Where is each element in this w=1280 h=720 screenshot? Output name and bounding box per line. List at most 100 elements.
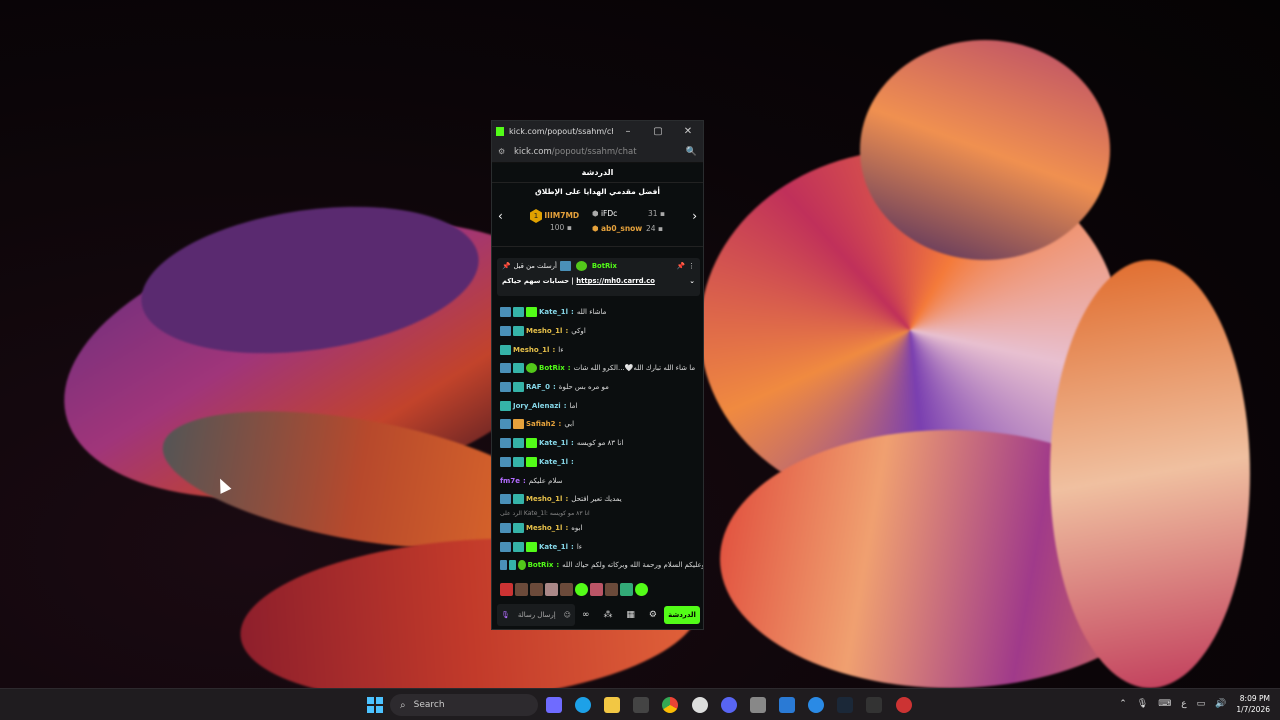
emote-icon[interactable] bbox=[515, 583, 528, 596]
app-icon[interactable] bbox=[808, 697, 824, 713]
chevron-up-icon[interactable]: ⌃ bbox=[1119, 699, 1127, 709]
store-icon[interactable]: ▦ bbox=[626, 610, 635, 620]
zoom-icon[interactable]: 🔍 bbox=[686, 147, 697, 157]
close-button[interactable]: ✕ bbox=[673, 126, 703, 137]
message-username[interactable]: Kate_1l bbox=[539, 543, 568, 551]
chat-message[interactable]: Mesho_1l: ءا bbox=[492, 340, 703, 359]
chrome-icon[interactable] bbox=[662, 697, 678, 713]
settings-icon[interactable]: ⚙ bbox=[649, 610, 657, 620]
emote-icon[interactable] bbox=[545, 583, 558, 596]
address-bar[interactable]: ⚙ kick.com/popout/ssahm/chat 🔍 bbox=[492, 141, 703, 163]
window-titlebar: kick.com/popout/ssahm/ch... – ▢ ✕ bbox=[492, 121, 703, 141]
pinned-sender[interactable]: BotRix bbox=[592, 262, 617, 270]
microphone-icon[interactable]: 🎙 bbox=[501, 611, 510, 619]
file-explorer-icon[interactable] bbox=[604, 697, 620, 713]
taskbar-search[interactable]: ⌕ Search bbox=[390, 694, 538, 716]
microphone-icon[interactable]: 🎙 bbox=[1137, 699, 1148, 709]
message-username[interactable]: Mesho_1l bbox=[526, 327, 562, 335]
chat-message[interactable]: Mesho_1l: ابوه bbox=[492, 519, 703, 538]
gifter-name[interactable]: iFDc bbox=[601, 209, 617, 218]
chat-message[interactable]: Kate_1l: انا ٨٣ مو كويسه bbox=[492, 434, 703, 453]
message-username[interactable]: RAF_0 bbox=[526, 383, 550, 391]
chat-message[interactable]: Mesho_1l: يمديك تعير افتحل bbox=[492, 490, 703, 509]
gifters-prev-arrow[interactable]: ‹ bbox=[498, 209, 503, 223]
gifter-name[interactable]: IIIM7MD bbox=[544, 211, 579, 220]
keyboard-icon[interactable]: ⌨ bbox=[1158, 699, 1171, 709]
infinity-icon[interactable]: ∞ bbox=[582, 610, 590, 620]
message-text: وعليكم السلام ورحمة الله وبركاته ولكم حي… bbox=[562, 561, 704, 570]
pinned-link[interactable]: https://mh0.carrd.co bbox=[576, 277, 655, 285]
message-username[interactable]: Kate_1l bbox=[539, 439, 568, 447]
chat-message[interactable]: BotRix: وعليكم السلام ورحمة الله وبركاته … bbox=[492, 556, 704, 575]
maximize-button[interactable]: ▢ bbox=[643, 126, 673, 137]
message-username[interactable]: Kate_1l bbox=[539, 458, 568, 466]
message-text: ما شاء الله تبارك الله🤍...الكرو الله شات bbox=[573, 364, 696, 373]
share-icon[interactable]: ⁂ bbox=[603, 610, 612, 620]
message-username[interactable]: Mesho_1l bbox=[513, 346, 549, 354]
subscriber-badge-icon bbox=[526, 456, 537, 467]
emote-icon[interactable] bbox=[530, 583, 543, 596]
app-icon[interactable] bbox=[896, 697, 912, 713]
chat-messages: Kate_1l: ماشاء الله Mesho_1l: اوكي Mesho_1l:… bbox=[492, 303, 704, 575]
language-indicator[interactable]: ع bbox=[1181, 699, 1186, 709]
message-username[interactable]: Mesho_1l bbox=[526, 495, 562, 503]
more-options-icon[interactable]: ⋮ bbox=[688, 262, 695, 270]
message-username[interactable]: Safiah2 bbox=[526, 420, 556, 428]
chat-message[interactable]: Kate_1l: ءا bbox=[492, 537, 703, 556]
message-username[interactable]: BotRix bbox=[539, 364, 565, 372]
chat-popout-window: kick.com/popout/ssahm/ch... – ▢ ✕ ⚙ kick… bbox=[491, 120, 704, 630]
message-username[interactable]: fm7e bbox=[500, 477, 520, 485]
rank-badge: 1 bbox=[530, 209, 542, 223]
emote-icon[interactable] bbox=[560, 583, 573, 596]
chat-message[interactable]: fm7e: سلام عليكم bbox=[492, 471, 703, 490]
unpin-icon[interactable]: 📌 bbox=[677, 262, 685, 270]
chat-message[interactable]: Safiah2: ابي bbox=[492, 415, 703, 434]
discord-icon[interactable] bbox=[721, 697, 737, 713]
reply-context: الرد على Kate_1l: انا ٨٣ مو كويسه bbox=[500, 510, 590, 518]
steam-client-icon[interactable] bbox=[837, 697, 853, 713]
steam-icon[interactable] bbox=[692, 697, 708, 713]
chat-message[interactable]: Kate_1l: bbox=[492, 453, 703, 472]
epic-icon[interactable] bbox=[866, 697, 882, 713]
message-input[interactable]: 🎙 إرسال رسالة ☺ bbox=[497, 604, 575, 626]
chat-message[interactable]: BotRix: ما شاء الله تبارك الله🤍...الكرو ا… bbox=[492, 359, 703, 378]
kick-badge-icon bbox=[500, 326, 511, 337]
expand-chevron-icon[interactable]: ⌄ bbox=[689, 277, 695, 285]
chat-message[interactable]: Kate_1l: ماشاء الله bbox=[492, 303, 703, 322]
message-username[interactable]: BotRix bbox=[528, 561, 554, 569]
emote-icon[interactable] bbox=[620, 583, 633, 596]
pinned-message: 📌 أرسلت من قبل BotRix 📌 ⋮ حسابات سهم حيا… bbox=[497, 258, 700, 296]
site-settings-icon[interactable]: ⚙ bbox=[498, 147, 508, 156]
clock[interactable]: 8:09 PM 1/7/2026 bbox=[1236, 693, 1270, 715]
gift-badge-icon bbox=[500, 344, 511, 355]
message-text: سلام عليكم bbox=[528, 476, 563, 485]
chat-message[interactable]: RAF_0: مو مره بس حلوة bbox=[492, 378, 703, 397]
gifters-next-arrow[interactable]: › bbox=[692, 209, 697, 223]
emoji-icon[interactable]: ☺ bbox=[564, 611, 571, 619]
copilot-icon[interactable] bbox=[546, 697, 562, 713]
volume-icon[interactable]: 🔊 bbox=[1215, 699, 1226, 709]
edge-icon[interactable] bbox=[575, 697, 591, 713]
store-icon[interactable] bbox=[633, 697, 649, 713]
pinned-sent-by: أرسلت من قبل bbox=[513, 262, 557, 270]
chat-message[interactable]: Mesho_1l: اوكي bbox=[492, 322, 703, 341]
username-colon: : bbox=[552, 383, 556, 392]
settings-icon[interactable] bbox=[750, 697, 766, 713]
start-button[interactable] bbox=[367, 697, 383, 713]
gifter-name[interactable]: ab0_snow bbox=[601, 224, 642, 233]
emote-icon[interactable] bbox=[500, 583, 513, 596]
app-icon[interactable] bbox=[779, 697, 795, 713]
subscriber-badge-icon bbox=[526, 307, 537, 318]
emote-icon[interactable] bbox=[575, 583, 588, 596]
message-text: مو مره بس حلوة bbox=[558, 383, 609, 392]
emote-icon[interactable] bbox=[635, 583, 648, 596]
message-username[interactable]: Jory_Alenazi bbox=[513, 402, 561, 410]
message-username[interactable]: Kate_1l bbox=[539, 308, 568, 316]
emote-icon[interactable] bbox=[605, 583, 618, 596]
network-icon[interactable]: ▭ bbox=[1197, 699, 1206, 709]
minimize-button[interactable]: – bbox=[613, 126, 643, 137]
emote-icon[interactable] bbox=[590, 583, 603, 596]
chat-send-button[interactable]: الدردشة bbox=[664, 606, 700, 624]
chat-message[interactable]: Jory_Alenazi: اما bbox=[492, 396, 703, 415]
message-username[interactable]: Mesho_1l bbox=[526, 524, 562, 532]
